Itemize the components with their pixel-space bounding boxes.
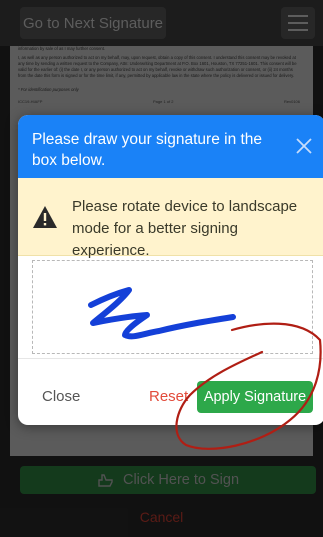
- signature-stroke: [88, 287, 236, 340]
- rotate-warning-banner: Please rotate device to landscape mode f…: [18, 178, 323, 259]
- modal-header: Please draw your signature in the box be…: [18, 115, 323, 178]
- apply-signature-button[interactable]: Apply Signature: [197, 381, 313, 413]
- modal-title: Please draw your signature in the box be…: [32, 131, 263, 169]
- signature-modal: Please draw your signature in the box be…: [18, 115, 323, 425]
- reset-button[interactable]: Reset: [149, 388, 188, 405]
- close-icon[interactable]: [293, 135, 315, 157]
- signature-drawing-area[interactable]: [32, 260, 313, 354]
- warning-text: Please rotate device to landscape mode f…: [72, 198, 298, 259]
- modal-footer-divider: [18, 358, 323, 359]
- warning-triangle-icon: [33, 206, 57, 228]
- close-button[interactable]: Close: [42, 388, 80, 405]
